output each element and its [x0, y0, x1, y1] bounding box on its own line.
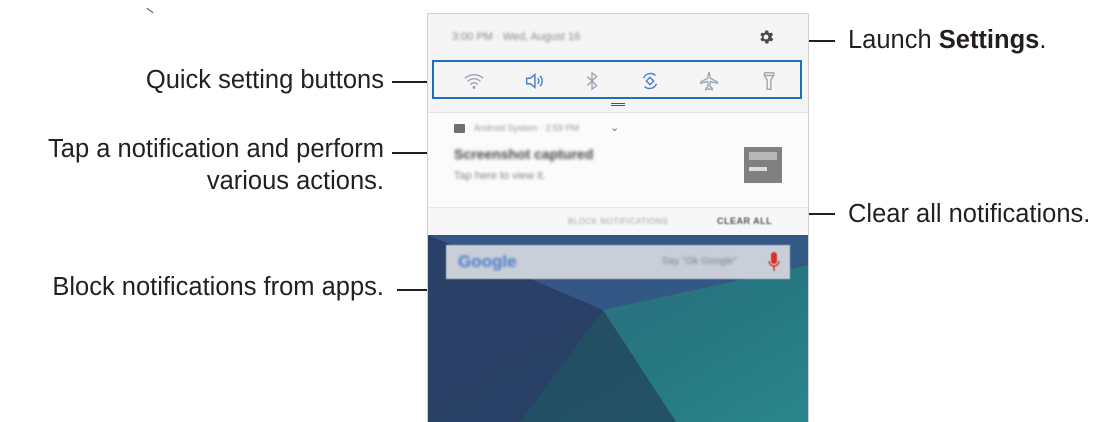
clear-all-button[interactable]: CLEAR ALL — [717, 216, 772, 226]
tap-notification-callout-line2: various actions. — [206, 167, 384, 195]
callout-text: . — [1039, 26, 1047, 54]
search-hint: Say "Ok Google" — [662, 256, 737, 267]
flashlight-icon[interactable] — [758, 70, 780, 92]
quick-settings-bar — [432, 60, 802, 99]
auto-rotate-icon[interactable] — [639, 70, 661, 92]
notification-actions-row: BLOCK NOTIFICATIONS CLEAR ALL — [428, 207, 808, 236]
airplane-mode-icon[interactable] — [698, 70, 720, 92]
notification-body: Tap here to view it. — [454, 170, 546, 182]
notification-title: Screenshot captured — [454, 146, 594, 162]
notification-meta: Android System · 2:59 PM — [474, 123, 580, 133]
google-logo: Google — [458, 252, 517, 271]
status-row: 3:00 PM · Wed, August 16 — [428, 14, 808, 58]
quick-settings-callout: Quick setting buttons — [145, 66, 384, 94]
callout-text: Launch — [848, 26, 939, 54]
launch-settings-callout: Launch Settings. — [848, 25, 1046, 56]
drag-handle[interactable] — [611, 103, 625, 106]
google-search-bar[interactable]: Google Say "Ok Google" — [446, 245, 790, 279]
bluetooth-icon[interactable] — [581, 70, 603, 92]
notification-app-icon — [454, 124, 465, 133]
notification-panel: 3:00 PM · Wed, August 16 Android System … — [427, 13, 809, 422]
date-time: 3:00 PM · Wed, August 16 — [452, 31, 581, 43]
block-notifications-callout: Block notifications from apps. — [52, 273, 384, 301]
wifi-icon[interactable] — [463, 70, 485, 92]
microphone-icon[interactable] — [768, 252, 780, 272]
chevron-down-icon[interactable]: ⌄ — [610, 121, 619, 134]
clear-all-callout: Clear all notifications. — [848, 200, 1091, 228]
quick-settings-leader-line — [392, 81, 429, 83]
tap-notification-callout-line1: Tap a notification and perform — [48, 135, 384, 163]
stray-mark — [146, 7, 154, 14]
callout-bold-text: Settings — [938, 26, 1040, 54]
block-notifications-button[interactable]: BLOCK NOTIFICATIONS — [568, 217, 668, 226]
settings-gear-icon[interactable] — [757, 28, 775, 46]
notification-card[interactable]: Android System · 2:59 PM ⌄ Screenshot ca… — [428, 112, 808, 208]
sound-icon[interactable] — [523, 70, 545, 92]
screenshot-thumbnail — [744, 147, 782, 183]
